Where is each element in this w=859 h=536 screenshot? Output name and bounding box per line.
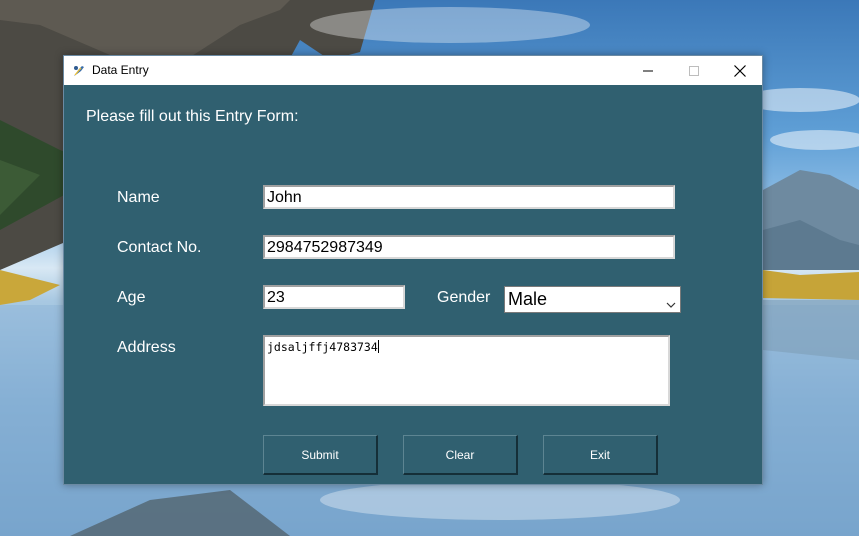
submit-button[interactable]: Submit: [263, 435, 378, 475]
age-input[interactable]: 23: [263, 285, 405, 309]
minimize-button[interactable]: [625, 56, 671, 85]
entry-form: Please fill out this Entry Form: Name Jo…: [64, 85, 762, 484]
age-label: Age: [117, 289, 146, 306]
address-text: jdsaljffj4783734: [267, 340, 378, 354]
chevron-down-icon: [666, 294, 676, 315]
window-title: Data Entry: [92, 63, 149, 77]
clear-button[interactable]: Clear: [403, 435, 518, 475]
gender-select[interactable]: Male: [504, 286, 681, 313]
address-label: Address: [117, 339, 176, 356]
exit-button[interactable]: Exit: [543, 435, 658, 475]
gender-selected-value: Male: [508, 289, 548, 309]
address-textarea[interactable]: jdsaljffj4783734: [263, 335, 670, 406]
gender-label: Gender: [437, 289, 491, 306]
feather-app-icon: [72, 63, 86, 77]
name-input[interactable]: John: [263, 185, 675, 209]
contact-label: Contact No.: [117, 239, 202, 256]
text-caret: [377, 340, 379, 353]
close-icon: [734, 64, 746, 77]
name-label: Name: [117, 189, 160, 206]
title-bar[interactable]: Data Entry: [64, 56, 762, 85]
contact-input[interactable]: 2984752987349: [263, 235, 675, 259]
data-entry-window: Data Entry Please fill out this Entry Fo…: [63, 55, 763, 485]
maximize-button[interactable]: [671, 56, 717, 85]
close-button[interactable]: [717, 56, 763, 85]
form-heading: Please fill out this Entry Form:: [86, 108, 299, 125]
maximize-icon: [689, 65, 699, 76]
minimize-icon: [643, 70, 653, 71]
